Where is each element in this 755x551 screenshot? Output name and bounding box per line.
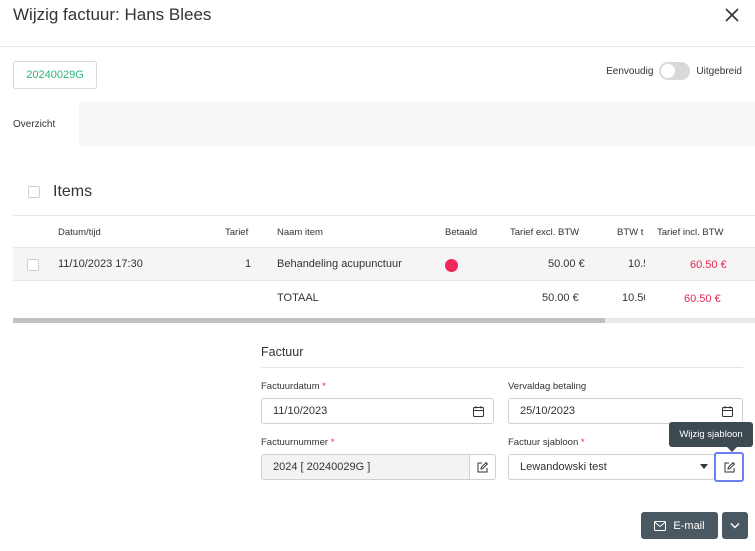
total-incl: 60.50 € <box>684 293 721 305</box>
col-paid[interactable]: Betaald <box>445 227 477 238</box>
table-header: Datum/tijd Tarief Naam item Betaald Tari… <box>13 215 755 248</box>
switch-knob <box>661 64 676 78</box>
row-btw: 10.5 <box>628 258 645 270</box>
total-excl: 50.00 € <box>542 292 579 304</box>
total-btw: 10.50 <box>622 292 645 304</box>
calendar-icon[interactable] <box>472 405 485 418</box>
unpaid-status-dot <box>445 259 458 272</box>
row-excl: 50.00 € <box>548 258 585 270</box>
edit-icon <box>724 461 735 472</box>
total-label: TOTAAL <box>277 292 319 304</box>
items-title: Items <box>53 183 93 200</box>
view-mode-switch[interactable] <box>659 62 691 80</box>
edit-template-tooltip: Wijzig sjabloon <box>669 422 753 452</box>
row-incl: 60.50 € <box>690 259 727 271</box>
table-horizontal-scrollbar[interactable] <box>13 318 755 323</box>
email-options-dropdown[interactable] <box>722 512 748 539</box>
invoice-number-field: 2024 [ 20240029G ] <box>261 454 470 480</box>
col-incl[interactable]: Tarief incl. BTW <box>657 227 724 238</box>
email-button[interactable]: E-mail <box>641 512 718 539</box>
scrollbar-thumb[interactable] <box>13 318 605 323</box>
row-tarief: 1 <box>245 258 252 270</box>
view-toggle: Eenvoudig Uitgebreid <box>606 62 742 80</box>
toggle-label-simple: Eenvoudig <box>606 65 654 77</box>
close-icon[interactable] <box>723 6 741 24</box>
divider <box>261 367 743 368</box>
invoice-date-value: 11/10/2023 <box>273 405 328 417</box>
invoice-number-label: Factuurnummer * <box>261 437 335 448</box>
row-name: Behandeling acupunctuur <box>277 258 402 270</box>
chevron-down-icon <box>730 523 740 529</box>
email-button-label: E-mail <box>673 519 705 532</box>
edit-icon <box>477 461 489 472</box>
edit-invoice-number-button[interactable] <box>469 454 496 480</box>
calendar-icon[interactable] <box>721 405 734 418</box>
template-select[interactable]: Lewandowski test <box>508 454 715 480</box>
overview-panel <box>79 102 755 146</box>
col-excl[interactable]: Tarief excl. BTW <box>510 227 579 238</box>
row-checkbox[interactable] <box>27 259 39 271</box>
modal-title: Wijzig factuur: Hans Blees <box>13 5 212 24</box>
invoice-date-label: Factuurdatum * <box>261 381 326 392</box>
row-datetime: 11/10/2023 17:30 <box>58 258 143 270</box>
invoice-number-tag[interactable]: 20240029G <box>13 61 97 89</box>
edit-template-button[interactable] <box>714 452 744 482</box>
col-datetime[interactable]: Datum/tijd <box>58 227 101 238</box>
template-value: Lewandowski test <box>520 461 607 473</box>
modal-header: Wijzig factuur: Hans Blees <box>0 0 755 47</box>
chevron-down-icon <box>700 464 708 469</box>
due-date-value: 25/10/2023 <box>520 405 576 417</box>
col-name[interactable]: Naam item <box>277 227 323 238</box>
due-date-label: Vervaldag betaling <box>508 381 587 392</box>
table-row[interactable]: 11/10/2023 17:30 1 Behandeling acupunctu… <box>13 248 755 281</box>
toggle-label-extended: Uitgebreid <box>696 65 742 77</box>
col-tarief[interactable]: Tarief <box>225 227 248 238</box>
invoice-date-field[interactable]: 11/10/2023 <box>261 398 494 424</box>
overview-label: Overzicht <box>13 119 56 130</box>
items-select-all-checkbox[interactable] <box>28 186 40 198</box>
due-date-field[interactable]: 25/10/2023 <box>508 398 743 424</box>
invoice-number-value: 2024 [ 20240029G ] <box>273 461 371 473</box>
factuur-section-title: Factuur <box>261 345 304 359</box>
template-label: Factuur sjabloon * <box>508 437 585 448</box>
col-btw[interactable]: BTW t <box>617 227 645 238</box>
envelope-icon <box>654 520 667 531</box>
total-row: TOTAAL 50.00 € 10.50 60.50 € <box>13 281 755 317</box>
